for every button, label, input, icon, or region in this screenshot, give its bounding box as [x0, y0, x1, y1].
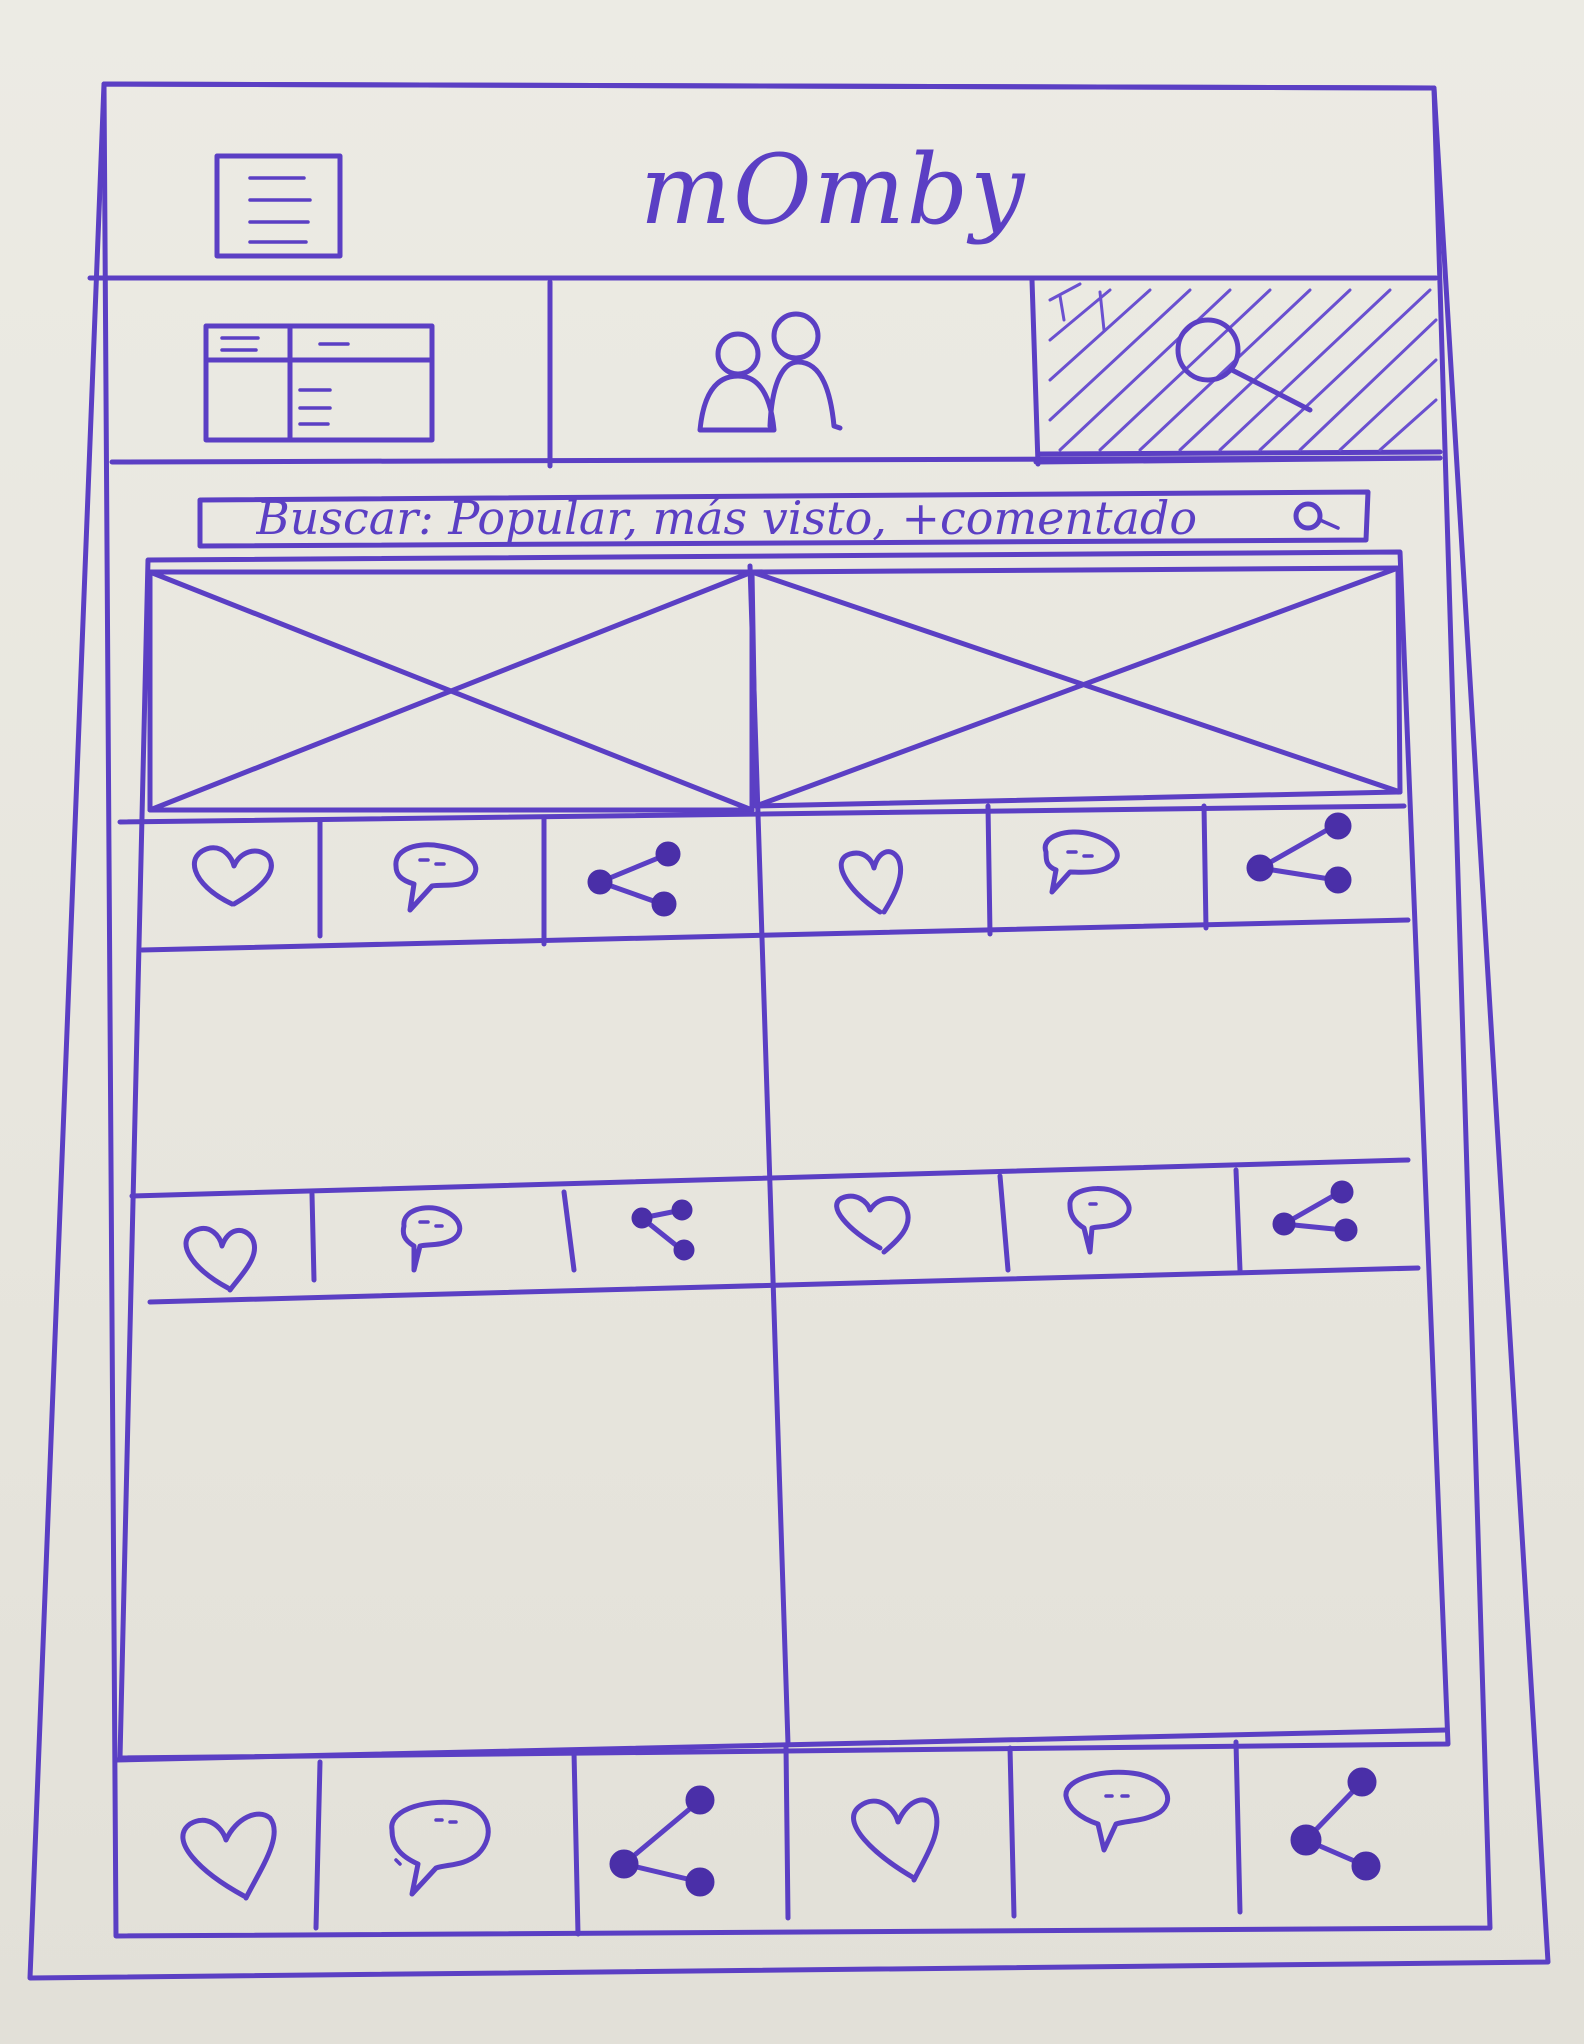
action-row-bottom [147, 1265, 1421, 1305]
heart-icon[interactable] [192, 845, 274, 907]
tab-divider-2 [1029, 277, 1041, 467]
share-icon[interactable] [1246, 812, 1352, 894]
share-icon[interactable] [1290, 1767, 1381, 1881]
people-icon[interactable] [697, 311, 843, 433]
heart-icon[interactable] [183, 1226, 257, 1293]
comment-icon[interactable] [389, 1799, 491, 1897]
comment-icon[interactable] [1067, 1186, 1132, 1255]
heart-icon[interactable] [834, 1193, 911, 1255]
comment-icon[interactable] [1042, 829, 1120, 895]
share-icon[interactable] [609, 1785, 715, 1897]
wireframe-sketch [27, 81, 1551, 1981]
share-icon[interactable] [587, 841, 681, 917]
outer-frame [27, 81, 1551, 1981]
hamburger-menu-icon[interactable] [214, 153, 343, 259]
share-icon[interactable] [631, 1199, 695, 1261]
action-row-bottom [139, 917, 1411, 953]
comment-icon[interactable] [393, 842, 479, 913]
heart-icon[interactable] [180, 1811, 277, 1901]
image-placeholder [147, 569, 755, 813]
tab-search-selected[interactable] [1033, 282, 1443, 465]
search-input[interactable]: Buscar: Popular, más visto, +comentado [256, 488, 1336, 548]
image-placeholder [749, 565, 1403, 809]
app-logo: mOmby [640, 134, 1027, 246]
heart-icon[interactable] [838, 849, 904, 915]
comment-icon[interactable] [1063, 1769, 1171, 1853]
comment-icon[interactable] [400, 1205, 463, 1273]
share-icon[interactable] [1272, 1180, 1358, 1242]
heart-icon[interactable] [851, 1797, 940, 1883]
grid-layout-icon[interactable] [203, 323, 435, 443]
